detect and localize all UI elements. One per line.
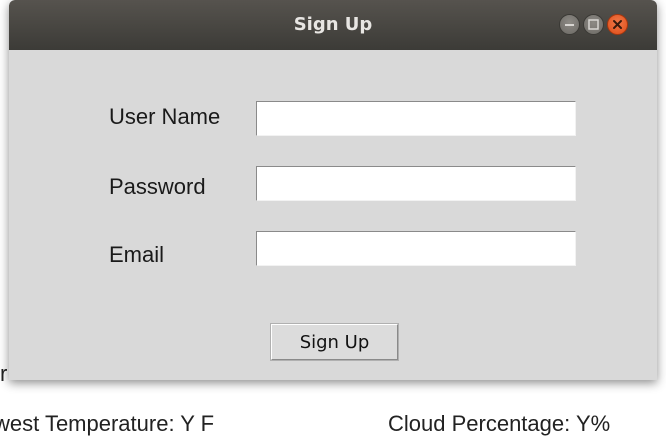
email-input[interactable] (256, 231, 576, 266)
title-bar[interactable]: Sign Up (9, 0, 657, 50)
sign-up-button[interactable]: Sign Up (270, 323, 399, 361)
minimize-icon (565, 24, 574, 26)
username-label: User Name (109, 104, 221, 129)
minimize-button[interactable] (559, 14, 580, 35)
maximize-button[interactable] (583, 14, 604, 35)
maximize-icon (588, 19, 599, 30)
email-label: Email (109, 242, 165, 267)
close-button[interactable] (607, 14, 628, 35)
password-input[interactable] (256, 166, 576, 201)
password-label: Password (109, 174, 206, 199)
background-cloud-percentage-text: Cloud Percentage: Y% (388, 411, 611, 436)
background-text-fragment: r (0, 361, 8, 386)
close-icon (613, 20, 622, 29)
username-input[interactable] (256, 101, 576, 136)
signup-window: Sign Up User Name Password Email Sign Up (9, 0, 657, 380)
background-lowest-temperature-text: west Temperature: Y F (0, 411, 215, 436)
